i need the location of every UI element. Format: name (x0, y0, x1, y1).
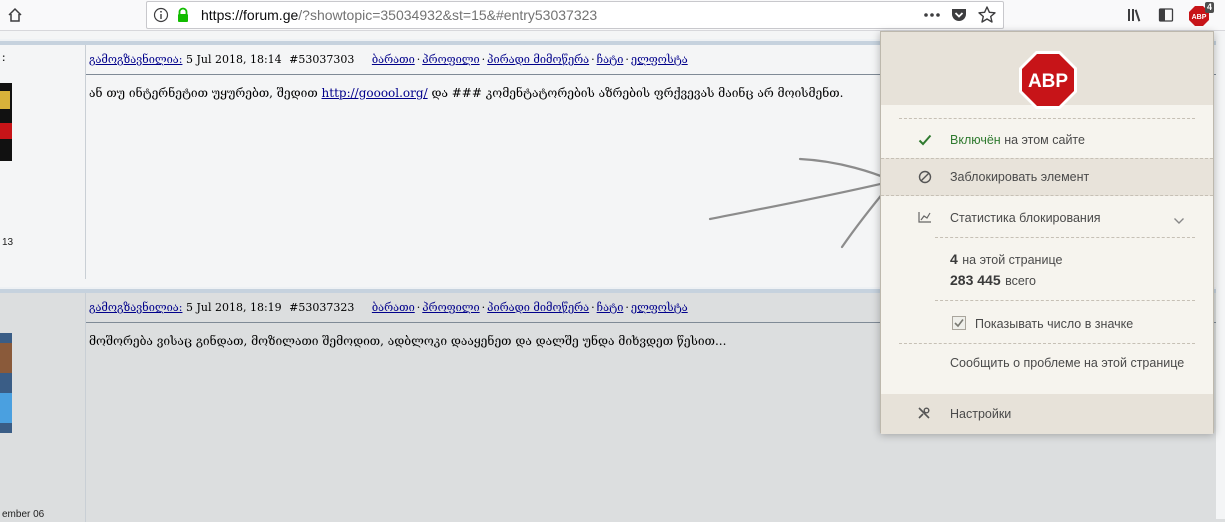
chevron-down-icon[interactable] (1173, 212, 1185, 224)
member-label: : (2, 53, 6, 64)
total-block-label: всего (1005, 274, 1037, 288)
member-since: ember 06 (2, 509, 45, 520)
post-date: 5 Jul 2018, 18:19 (185, 301, 282, 314)
divider (935, 300, 1195, 301)
post-links: ბარათი · პროფილი · პირადი მიმოწერა · ჩატი · ელფო… (371, 301, 688, 314)
status-site-text: на этом сайте (1004, 133, 1085, 147)
settings-button[interactable]: Настройки (881, 394, 1213, 434)
page-block-count: 4 (950, 251, 958, 267)
more-icon[interactable] (921, 5, 943, 25)
home-icon[interactable] (3, 3, 27, 27)
abp-icon[interactable]: ABP 4 (1187, 2, 1214, 29)
chat-link[interactable]: ჩატი (597, 53, 624, 66)
entry-id[interactable]: #53037303 (289, 53, 354, 66)
show-count-row[interactable]: Показывать число в значке (881, 304, 1213, 342)
scrollbar[interactable] (1216, 39, 1225, 519)
url-host: https://forum.ge (201, 7, 299, 23)
private-message-link[interactable]: პირადი მიმოწერა (487, 301, 589, 314)
check-icon (917, 132, 933, 148)
divider (899, 118, 1195, 119)
post-links: ბარათი · პროფილი · პირადი მიმოწერა · ჩატი · ელფო… (371, 53, 688, 66)
total-block-count: 283 445 (950, 272, 1001, 288)
post-header: გამოგზავნილია: 5 Jul 2018, 18:19 #530373… (89, 301, 688, 314)
stats-total: 283 445 всего (950, 272, 1190, 294)
block-element-button[interactable]: Заблокировать элемент (881, 158, 1213, 196)
entry-id[interactable]: #53037323 (289, 301, 354, 314)
card-link[interactable]: ბარათი (372, 301, 415, 314)
lock-icon[interactable] (175, 7, 191, 23)
divider (899, 343, 1195, 344)
chat-link[interactable]: ჩატი (597, 301, 624, 314)
profile-link[interactable]: პროფილი (422, 53, 479, 66)
posted-label[interactable]: გამოგზავნილია: (89, 301, 182, 314)
status-label: Включён на этом сайте (950, 133, 1085, 147)
stats-page: 4 на этой странице (950, 251, 1190, 273)
url-path: /?showtopic=35034932&st=15&#entry5303732… (298, 7, 598, 23)
stats-icon (917, 209, 933, 225)
email-link[interactable]: ელფოსტა (631, 53, 688, 66)
report-issue-button[interactable]: Сообщить о проблеме на этой странице (881, 348, 1213, 382)
post-sidebar: ember 06 (0, 293, 86, 522)
profile-link[interactable]: პროფილი (422, 301, 479, 314)
post-text: ან თუ ინტერნეტით უყურებთ, შედით http://g… (89, 86, 843, 100)
status-on-text: Включён (950, 133, 1001, 147)
block-element-label: Заблокировать элемент (950, 170, 1090, 184)
posted-label[interactable]: გამოგზავნილია: (89, 53, 182, 66)
url-text[interactable]: https://forum.ge/?showtopic=35034932&st=… (201, 7, 597, 23)
avatar[interactable] (0, 333, 12, 433)
library-icon[interactable] (1124, 3, 1148, 27)
post-text: მოშორება ვისაც გინდათ, მოზილათი შემოდით,… (89, 334, 727, 348)
settings-label: Настройки (950, 407, 1012, 421)
page-block-label: на этой странице (962, 253, 1063, 267)
browser-toolbar: https://forum.ge/?showtopic=35034932&st=… (0, 0, 1225, 31)
card-link[interactable]: ბარათი (372, 53, 415, 66)
url-bar[interactable]: https://forum.ge/?showtopic=35034932&st=… (146, 1, 1004, 29)
abp-logo-text: ABP (1028, 71, 1068, 92)
abp-logo: ABP (1019, 51, 1077, 109)
abp-popup: ABP Включён на этом сайте Заблокировать … (880, 31, 1214, 434)
sidebar-icon[interactable] (1154, 3, 1178, 27)
status-row[interactable]: Включён на этом сайте (881, 124, 1213, 160)
stats-row[interactable]: Статистика блокирования (881, 202, 1213, 236)
avatar[interactable] (0, 83, 12, 161)
report-issue-label: Сообщить о проблеме на этой странице (950, 356, 1185, 370)
private-message-link[interactable]: პირადი მიმოწერა (487, 53, 589, 66)
block-icon (917, 169, 933, 185)
divider (935, 237, 1195, 238)
abp-badge-count: 4 (1204, 2, 1214, 13)
post-text-start: ან თუ ინტერნეტით უყურებთ, შედით (89, 86, 318, 100)
info-icon[interactable] (153, 7, 169, 23)
post-text-end: და ### კომენტატორების აზრების ფრქვევას მ… (431, 86, 844, 100)
post-header: გამოგზავნილია: 5 Jul 2018, 18:14 #530373… (89, 53, 688, 66)
pocket-icon[interactable] (950, 6, 968, 24)
show-count-label: Показывать число в значке (975, 317, 1134, 331)
svg-text:ABP: ABP (1192, 14, 1207, 21)
star-icon[interactable] (977, 5, 997, 25)
settings-icon (917, 406, 933, 422)
show-count-checkbox[interactable] (952, 316, 966, 330)
post-count: 13 (2, 237, 14, 248)
post-date: 5 Jul 2018, 18:14 (185, 53, 282, 66)
stats-label: Статистика блокирования (950, 211, 1101, 225)
annotation-arrow-icon (708, 157, 895, 249)
email-link[interactable]: ელფოსტა (631, 301, 688, 314)
post-link[interactable]: http://gooool.org/ (322, 86, 428, 100)
post-sidebar: : 13 (0, 45, 86, 279)
